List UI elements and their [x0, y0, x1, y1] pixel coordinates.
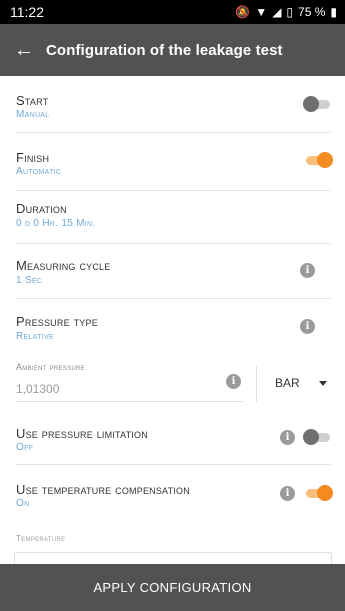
signal-icon: ◢: [272, 5, 282, 19]
pressure-type-value: Relative: [16, 331, 54, 342]
settings-list[interactable]: Start Manual Finish Automatic Duration 0…: [0, 76, 345, 564]
battery-icon: ▮: [330, 5, 337, 19]
start-toggle[interactable]: [303, 96, 333, 112]
temperature-compensation-info-icon[interactable]: i: [280, 486, 295, 501]
measuring-cycle-value: 1 Sec: [16, 275, 43, 286]
pressure-limitation-value: Off: [16, 442, 34, 453]
setting-duration[interactable]: Duration 0 d 0 Hr. 15 Min.: [16, 191, 331, 244]
start-label: Start: [16, 93, 49, 108]
measuring-cycle-info-icon[interactable]: i: [300, 263, 315, 278]
temperature-compensation-value: On: [16, 498, 30, 509]
temperature-compensation-label: Use temperature compensation: [16, 482, 190, 497]
temperature-field[interactable]: [14, 552, 332, 564]
setting-measuring-cycle[interactable]: Measuring cycle 1 Sec i: [16, 244, 331, 299]
measuring-cycle-label: Measuring cycle: [16, 258, 111, 273]
battery-level: 75 %: [298, 5, 326, 19]
finish-toggle[interactable]: [303, 152, 333, 168]
setting-finish[interactable]: Finish Automatic: [16, 133, 333, 191]
unit-divider: [256, 366, 257, 402]
pressure-limitation-label: Use pressure limitation: [16, 426, 148, 441]
start-value: Manual: [16, 109, 50, 120]
temperature-compensation-toggle[interactable]: [303, 485, 333, 501]
app-bar: ← Configuration of the leakage test: [0, 24, 345, 76]
no-sim-icon: ▯: [286, 5, 294, 19]
status-bar: 11:22 🔕 ▼ ◢ ▯ 75 % ▮: [0, 0, 345, 24]
pressure-unit-select[interactable]: BAR: [275, 376, 300, 390]
duration-label: Duration: [16, 201, 67, 216]
wifi-icon: ▼: [255, 5, 268, 19]
pressure-type-info-icon[interactable]: i: [300, 319, 315, 334]
mute-icon: 🔕: [235, 5, 251, 19]
page-title: Configuration of the leakage test: [46, 41, 283, 59]
temperature-label: Temperature: [16, 534, 66, 543]
status-icons: 🔕 ▼ ◢ ▯ 75 % ▮: [235, 5, 337, 19]
pressure-limitation-toggle[interactable]: [303, 429, 333, 445]
back-arrow-icon[interactable]: ←: [14, 40, 40, 60]
pressure-limitation-info-icon[interactable]: i: [280, 430, 295, 445]
ambient-pressure-underline: [16, 401, 244, 402]
setting-start[interactable]: Start Manual: [16, 76, 331, 133]
apply-configuration-button[interactable]: APPLY CONFIGURATION: [0, 564, 345, 611]
ambient-pressure-info-icon[interactable]: i: [226, 374, 241, 389]
ambient-pressure-input[interactable]: 1,01300: [16, 382, 59, 396]
finish-value: Automatic: [16, 166, 62, 177]
setting-pressure-type[interactable]: Pressure type Relative i: [16, 299, 331, 353]
ambient-pressure-label: Ambient pressure: [16, 362, 85, 372]
setting-temperature-compensation[interactable]: Use temperature compensation On i: [16, 465, 333, 520]
finish-label: Finish: [16, 150, 50, 165]
duration-value: 0 d 0 Hr. 15 Min.: [16, 218, 96, 229]
status-time: 11:22: [10, 4, 44, 20]
chevron-down-icon[interactable]: [319, 381, 327, 386]
pressure-type-label: Pressure type: [16, 314, 98, 329]
setting-pressure-limitation[interactable]: Use pressure limitation Off i: [16, 409, 331, 465]
